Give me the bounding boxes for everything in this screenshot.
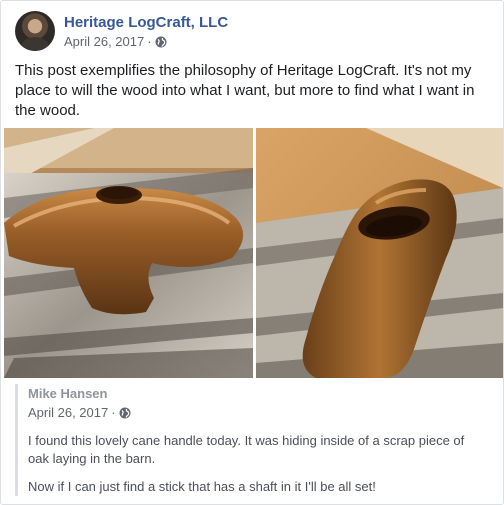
photo-1[interactable]: [4, 128, 253, 378]
page-name-link[interactable]: Heritage LogCraft, LLC: [64, 14, 228, 32]
shared-meta: April 26, 2017 ·: [28, 405, 495, 420]
photo-2[interactable]: [256, 128, 503, 378]
shared-post: Mike Hansen April 26, 2017 · I found thi…: [15, 384, 495, 496]
avatar[interactable]: [15, 11, 55, 51]
post-meta: April 26, 2017 ·: [64, 34, 228, 49]
globe-icon[interactable]: [119, 407, 131, 419]
shared-paragraph-2: Now if I can just find a stick that has …: [28, 479, 376, 494]
post-card: Heritage LogCraft, LLC April 26, 2017 · …: [0, 0, 504, 505]
meta-separator: ·: [111, 405, 116, 420]
meta-separator: ·: [147, 34, 152, 49]
shared-author-link[interactable]: Mike Hansen: [28, 386, 495, 402]
globe-icon[interactable]: [155, 36, 167, 48]
post-date-link[interactable]: April 26, 2017: [64, 34, 144, 49]
post-header: Heritage LogCraft, LLC April 26, 2017 ·: [15, 11, 228, 51]
post-text: This post exemplifies the philosophy of …: [15, 62, 475, 119]
shared-date-link[interactable]: April 26, 2017: [28, 405, 108, 420]
shared-paragraph-1: I found this lovely cane handle today. I…: [28, 433, 465, 466]
